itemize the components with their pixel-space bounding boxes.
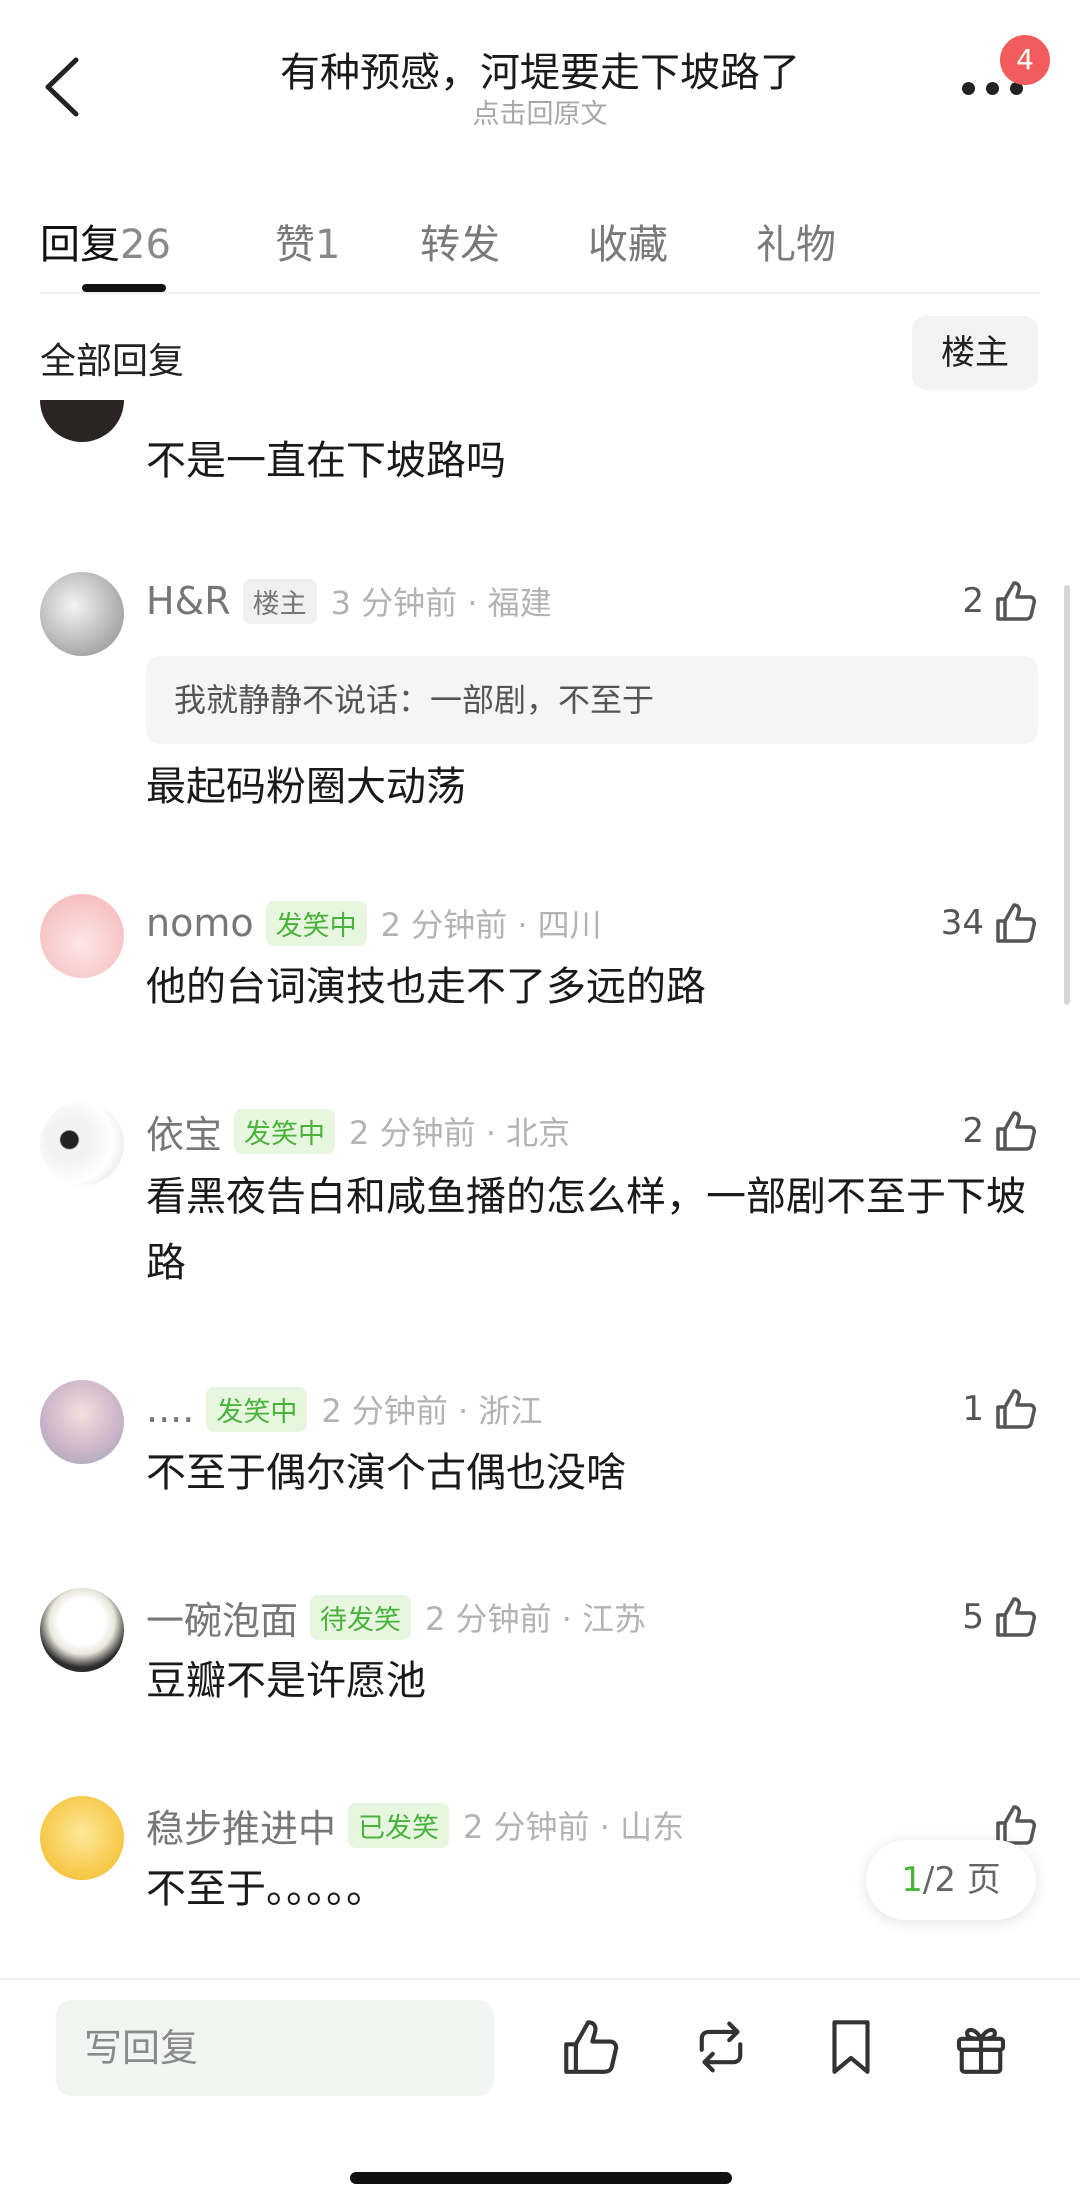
repost-icon: [699, 2021, 743, 2073]
like-count: 34: [940, 903, 984, 943]
tab-gifts[interactable]: 礼物: [756, 212, 836, 270]
comment-text: 不至于偶尔演个古偶也没啥: [146, 1450, 626, 1496]
comment-meta: 稳步推进中 已发笑 2 分钟前 · 山东: [146, 1798, 685, 1853]
comment-text: 最起码粉圈大动荡: [146, 764, 466, 810]
comment-meta: H&R 楼主 3 分钟前 · 福建: [146, 576, 552, 626]
owner-only-button[interactable]: 楼主: [912, 316, 1038, 390]
like-count: 2: [962, 581, 984, 621]
tab-label: 转发: [420, 222, 500, 268]
tab-likes[interactable]: 赞1: [275, 212, 340, 270]
timestamp-location: 2 分钟前 · 北京: [349, 1114, 571, 1152]
tab-label: 回复: [40, 222, 120, 268]
bookmark-button[interactable]: [818, 2014, 884, 2080]
tab-count: 1: [315, 222, 341, 268]
tab-count: 26: [120, 222, 171, 268]
comment-meta: 依宝 发笑中 2 分钟前 · 北京: [146, 1104, 571, 1159]
tab-label: 礼物: [756, 222, 836, 268]
thumbs-up-icon: [996, 1597, 1036, 1637]
more-dot: [986, 82, 999, 95]
comment-meta: nomo 发笑中 2 分钟前 · 四川: [146, 898, 602, 948]
like-button[interactable]: 1: [962, 1384, 1040, 1434]
tab-reposts[interactable]: 转发: [420, 212, 500, 270]
username[interactable]: 稳步推进中: [146, 1798, 336, 1853]
home-indicator: [350, 2172, 732, 2184]
owner-tag: 楼主: [242, 578, 317, 624]
status-tag: 发笑中: [206, 1386, 308, 1432]
comment-text: 他的台词演技也走不了多远的路: [146, 964, 706, 1010]
like-count: 1: [962, 1389, 984, 1429]
username[interactable]: H&R: [146, 579, 231, 623]
comment-list: 不是一直在下坡路吗 H&R 楼主 3 分钟前 · 福建 2 我就静静不说话：一部…: [0, 400, 1080, 1980]
tab-favorites[interactable]: 收藏: [588, 212, 668, 270]
thumbs-up-icon: [564, 2020, 619, 2074]
status-tag: 待发笑: [310, 1594, 412, 1640]
avatar[interactable]: [40, 1588, 124, 1672]
avatar[interactable]: [40, 1102, 124, 1186]
avatar[interactable]: [40, 400, 124, 442]
avatar[interactable]: [40, 572, 124, 656]
like-button[interactable]: 2: [962, 576, 1040, 626]
timestamp-location: 2 分钟前 · 四川: [380, 906, 602, 944]
status-tag: 已发笑: [348, 1802, 450, 1848]
timestamp-location: 2 分钟前 · 江苏: [425, 1600, 647, 1638]
divider: [0, 1978, 1080, 1980]
quoted-reply[interactable]: 我就静静不说话：一部剧，不至于: [146, 656, 1038, 744]
comment-text: 看黑夜告白和咸鱼播的怎么样，一部剧不至于下坡路: [146, 1174, 1026, 1286]
more-dots-icon: [962, 82, 975, 95]
thumbs-up-icon: [996, 581, 1036, 621]
like-count: 5: [962, 1597, 984, 1637]
reply-input[interactable]: 写回复: [56, 2000, 494, 2096]
total-pages: /2 页: [922, 1860, 1001, 1900]
like-button[interactable]: 2: [962, 1106, 1040, 1156]
bookmark-icon: [832, 2020, 870, 2074]
post-title[interactable]: 有种预感，河堤要走下坡路了: [0, 40, 1080, 98]
timestamp-location: 2 分钟前 · 山东: [463, 1808, 685, 1846]
scrollbar[interactable]: [1064, 585, 1070, 1005]
timestamp-location: 2 分钟前 · 浙江: [321, 1392, 543, 1430]
all-replies-label[interactable]: 全部回复: [40, 332, 184, 384]
thumbs-up-icon: [996, 903, 1036, 943]
status-tag: 发笑中: [265, 900, 367, 946]
tab-replies[interactable]: 回复26: [40, 212, 171, 270]
avatar[interactable]: [40, 894, 124, 978]
comment-text: 不是一直在下坡路吗: [146, 438, 506, 484]
back-to-original-link[interactable]: 点击回原文: [0, 92, 1080, 131]
comment-text: 豆瓣不是许愿池: [146, 1658, 426, 1704]
username[interactable]: 依宝: [146, 1104, 222, 1159]
like-count: 2: [962, 1111, 984, 1151]
notification-badge: 4: [1000, 35, 1050, 85]
username[interactable]: 一碗泡面: [146, 1590, 298, 1645]
timestamp-location: 3 分钟前 · 福建: [330, 584, 552, 622]
gift-icon: [956, 2027, 1006, 2074]
like-button[interactable]: 34: [941, 898, 1040, 948]
divider: [40, 292, 1040, 294]
active-tab-indicator: [82, 284, 166, 292]
status-tag: 发笑中: [234, 1108, 336, 1154]
tab-label: 收藏: [588, 222, 668, 268]
like-button[interactable]: 5: [962, 1592, 1040, 1642]
avatar[interactable]: [40, 1796, 124, 1880]
gift-button[interactable]: [948, 2014, 1014, 2080]
thumbs-up-icon: [996, 1111, 1036, 1151]
header: 有种预感，河堤要走下坡路了 点击回原文 4: [0, 0, 1080, 160]
like-button[interactable]: [558, 2014, 624, 2080]
current-page: 1: [901, 1860, 923, 1900]
page-indicator[interactable]: 1/2 页: [866, 1840, 1036, 1920]
tab-label: 赞: [275, 222, 315, 268]
avatar[interactable]: [40, 1380, 124, 1464]
username[interactable]: ....: [146, 1387, 194, 1431]
username[interactable]: nomo: [146, 901, 254, 945]
thumbs-up-icon: [996, 1389, 1036, 1429]
repost-button[interactable]: [688, 2014, 754, 2080]
comment-meta: .... 发笑中 2 分钟前 · 浙江: [146, 1384, 542, 1434]
comment-meta: 一碗泡面 待发笑 2 分钟前 · 江苏: [146, 1590, 647, 1645]
tab-bar: 回复26 赞1 转发 收藏 礼物: [0, 200, 1080, 292]
